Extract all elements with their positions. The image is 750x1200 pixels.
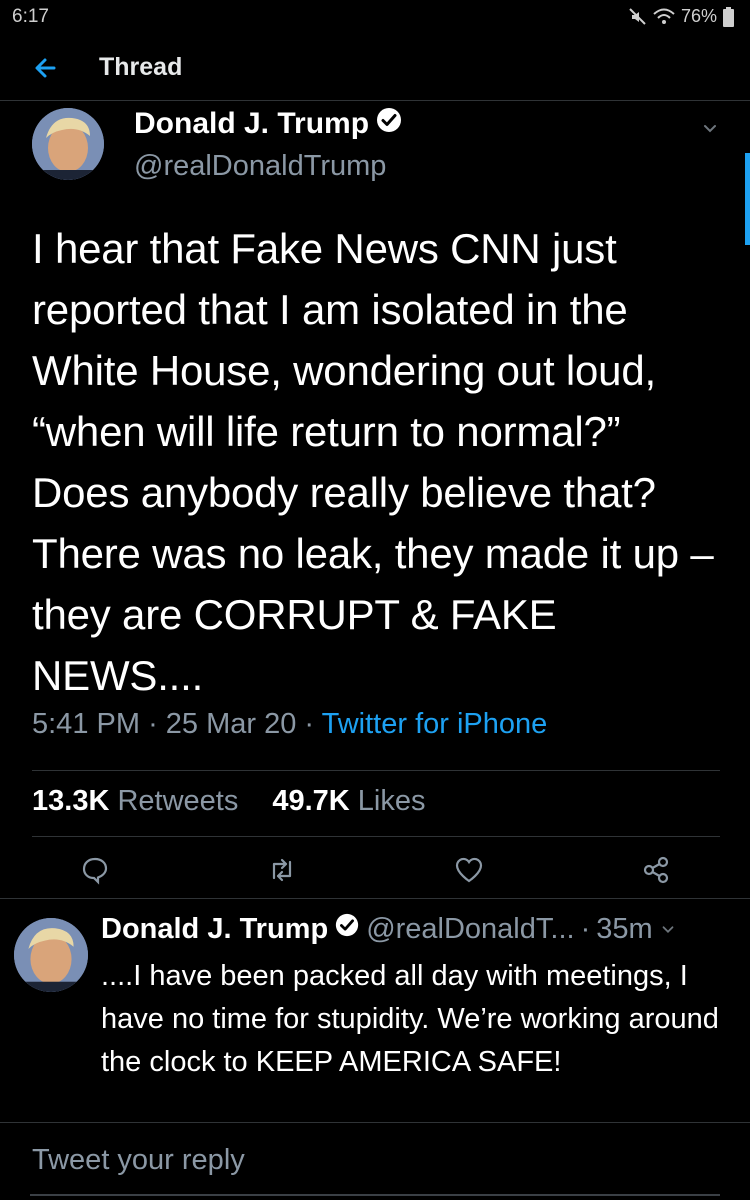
meta-separator: ·: [304, 708, 322, 740]
reply-bar: Tweet your reply: [0, 1124, 750, 1200]
retweets-label: Retweets: [117, 785, 239, 817]
likes-count: 49.7K: [272, 785, 350, 817]
tweet-source-link[interactable]: Twitter for iPhone: [322, 708, 548, 740]
divider: [32, 770, 720, 771]
divider: [0, 898, 750, 899]
retweet-icon[interactable]: [262, 850, 302, 890]
battery-icon: [723, 6, 734, 27]
divider: [32, 836, 720, 837]
scrollbar[interactable]: [745, 153, 750, 245]
tweet-actions: [0, 850, 750, 890]
meta-separator: ·: [580, 912, 591, 945]
tweet-date: 25 Mar 20: [165, 708, 297, 740]
verified-badge-icon: [334, 912, 360, 946]
retweets-count: 13.3K: [32, 785, 110, 817]
avatar[interactable]: [14, 918, 88, 992]
reply-header[interactable]: Donald J. Trump @realDonaldT... · 35m: [101, 912, 677, 946]
reply-author-handle: @realDonaldT...: [366, 912, 575, 945]
reply-icon[interactable]: [75, 850, 115, 890]
reply-age: 35m: [596, 912, 653, 945]
mute-icon: [629, 7, 647, 26]
thread-header: Thread: [0, 36, 750, 101]
divider: [0, 1122, 750, 1123]
like-icon[interactable]: [449, 850, 489, 890]
status-icons: 76%: [629, 6, 734, 27]
reply-tweet-text: ....I have been packed all day with meet…: [101, 960, 719, 1078]
reply-author-name: Donald J. Trump: [101, 912, 329, 945]
chevron-down-icon[interactable]: [659, 920, 677, 938]
share-icon[interactable]: [636, 850, 676, 890]
retweets-stat[interactable]: 13.3K Retweets: [32, 785, 238, 818]
page-title: Thread: [99, 53, 183, 81]
reply-input[interactable]: Tweet your reply: [32, 1144, 245, 1177]
avatar[interactable]: [32, 108, 104, 180]
tweet-time: 5:41 PM: [32, 708, 140, 740]
verified-badge-icon: [375, 106, 403, 142]
tweet-text: I hear that Fake News CNN just reported …: [32, 225, 714, 699]
likes-stat[interactable]: 49.7K Likes: [272, 785, 425, 818]
author-name[interactable]: Donald J. Trump: [134, 106, 403, 142]
status-bar: 6:17 76%: [0, 0, 750, 36]
tweet-meta: 5:41 PM · 25 Mar 20 · Twitter for iPhone: [32, 708, 547, 741]
meta-separator: ·: [148, 708, 166, 740]
battery-percent: 76%: [680, 6, 717, 26]
status-time: 6:17: [12, 6, 49, 27]
back-arrow-icon[interactable]: [28, 50, 64, 86]
chevron-down-icon[interactable]: [700, 118, 720, 138]
likes-label: Likes: [357, 785, 426, 817]
reply-input-underline: [30, 1194, 720, 1196]
tweet-stats: 13.3K Retweets 49.7K Likes: [32, 785, 426, 818]
author-handle[interactable]: @realDonaldTrump: [134, 150, 386, 183]
wifi-icon: [653, 8, 675, 26]
